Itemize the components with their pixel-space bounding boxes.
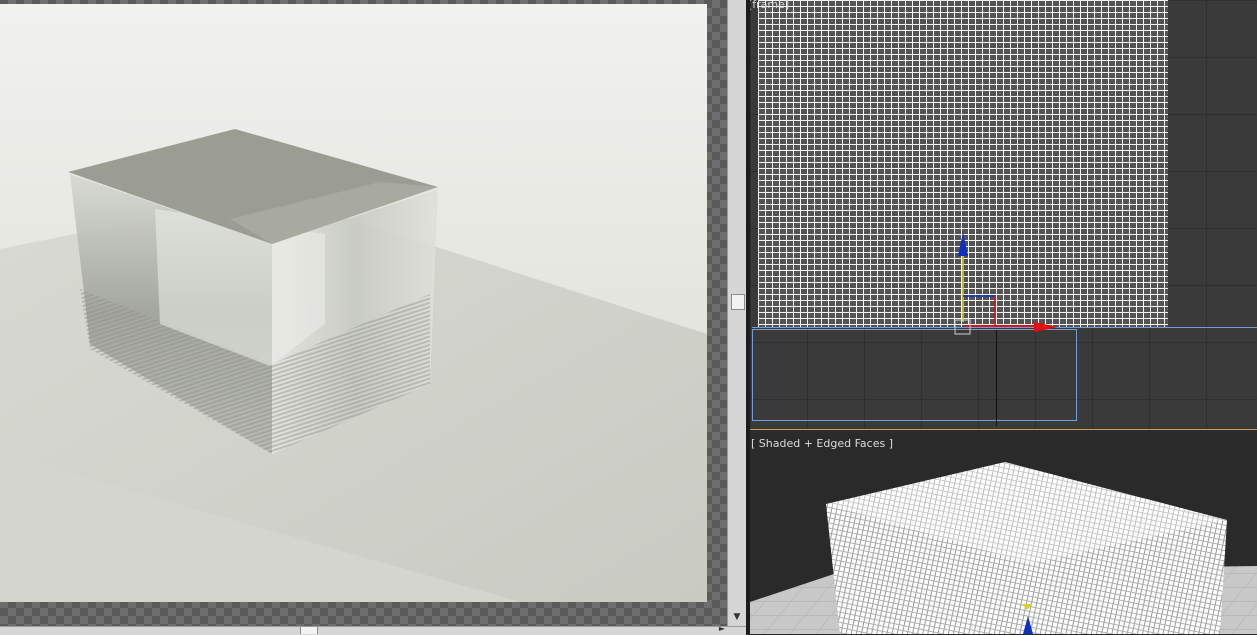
axis-line (996, 330, 997, 426)
perspective-scene (750, 462, 1257, 634)
vertical-scrollbar[interactable]: ▼ (727, 0, 747, 626)
render-frame-window (0, 0, 727, 626)
horizontal-scroll-thumb[interactable] (300, 627, 318, 634)
viewport-label[interactable]: [frame] (750, 0, 789, 11)
viewport-top[interactable]: [frame] (750, 0, 1257, 430)
transform-gizmo-icon[interactable] (950, 210, 1080, 340)
scroll-right-arrow-icon[interactable]: ► (716, 624, 728, 634)
scroll-down-arrow-icon[interactable]: ▼ (730, 610, 744, 624)
selection-box (752, 329, 1077, 421)
vertical-scroll-thumb[interactable] (731, 294, 745, 310)
viewport-label[interactable]: [ Shaded + Edged Faces ] (751, 437, 893, 450)
active-viewport-border (750, 429, 1257, 430)
viewport-bottom[interactable]: [ Shaded + Edged Faces ] (750, 434, 1257, 634)
rendered-image (0, 4, 707, 602)
